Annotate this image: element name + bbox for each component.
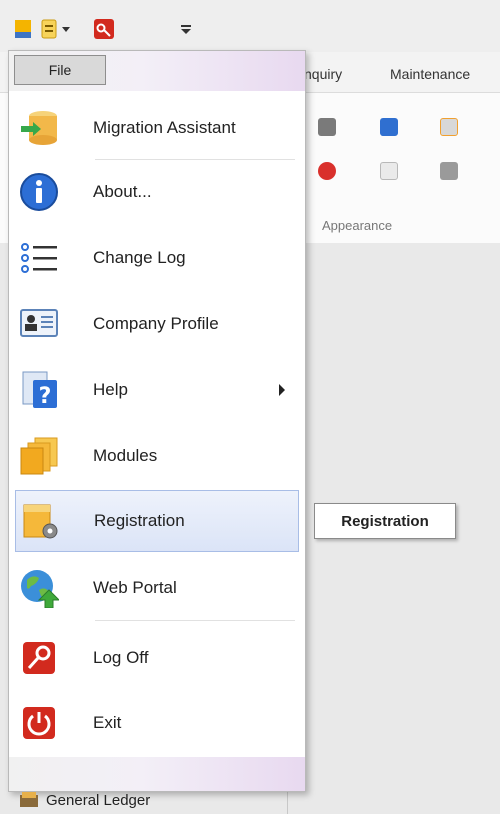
tab-inquiry[interactable]: nquiry [304,66,342,82]
submenu-arrow-icon [279,384,285,396]
file-menu: File Migration Assistant About... Change… [8,50,306,792]
menu-item-label: Web Portal [93,578,177,597]
menu-item-label: About... [93,182,152,201]
nav-item-general-ledger[interactable]: General Ledger [18,788,150,812]
menu-item-label: Change Log [93,248,186,267]
menu-item-label: Registration [94,511,185,530]
file-menu-header: File [9,51,305,91]
menu-item-label: Company Profile [93,314,219,333]
menu-item-log-off[interactable]: Log Off [15,629,299,687]
menu-item-label: Exit [93,713,122,732]
clipboard-dropdown-icon[interactable] [40,16,74,42]
menu-item-migration-assistant[interactable]: Migration Assistant [15,99,299,157]
menu-item-label: Log Off [93,648,149,667]
ribbon-group-appearance: Appearance [322,218,393,233]
app-logo-icon[interactable] [12,16,34,42]
svg-text:?: ? [39,384,52,409]
menu-item-label: Help [93,380,128,399]
light-theme-icon[interactable] [380,162,398,180]
menu-item-change-log[interactable]: Change Log [15,229,299,287]
edit-icon[interactable] [318,118,336,136]
menu-item-company-profile[interactable]: Company Profile [15,295,299,353]
customize-toolbar-icon[interactable] [178,16,194,42]
red-theme-icon[interactable] [318,162,336,180]
tab-maintenance[interactable]: Maintenance [390,66,470,82]
menu-item-web-portal[interactable]: Web Portal [15,559,299,617]
menu-item-help[interactable]: ? Help [15,361,299,419]
menu-item-label: Modules [93,446,158,465]
gray-theme-icon[interactable] [440,162,458,180]
menu-separator [95,159,295,160]
menu-item-registration[interactable]: Registration [15,490,299,552]
info-icon [19,172,59,212]
registration-tooltip: Registration [314,503,456,539]
power-icon [19,703,59,743]
database-arrow-icon [19,108,59,148]
menu-item-about[interactable]: About... [15,163,299,221]
file-menu-footer [9,757,305,791]
office-theme-icon[interactable] [440,118,458,136]
menu-item-label: Migration Assistant [93,118,236,137]
id-card-icon [19,304,59,344]
menu-item-exit[interactable]: Exit [15,694,299,752]
nav-item-label: General Ledger [46,791,151,809]
file-tab[interactable]: File [14,55,106,85]
menu-separator [95,620,295,621]
quick-access-toolbar [0,0,500,53]
key-icon [19,638,59,678]
ledger-icon [18,791,40,809]
registration-gear-icon [20,501,60,541]
log-off-quick-icon[interactable] [92,16,116,42]
orange-blue-theme-icon[interactable] [380,118,398,136]
help-book-icon: ? [19,370,59,410]
folders-icon [19,436,59,476]
list-icon [19,238,59,278]
menu-item-modules[interactable]: Modules [15,427,299,485]
globe-arrow-icon [19,568,61,609]
